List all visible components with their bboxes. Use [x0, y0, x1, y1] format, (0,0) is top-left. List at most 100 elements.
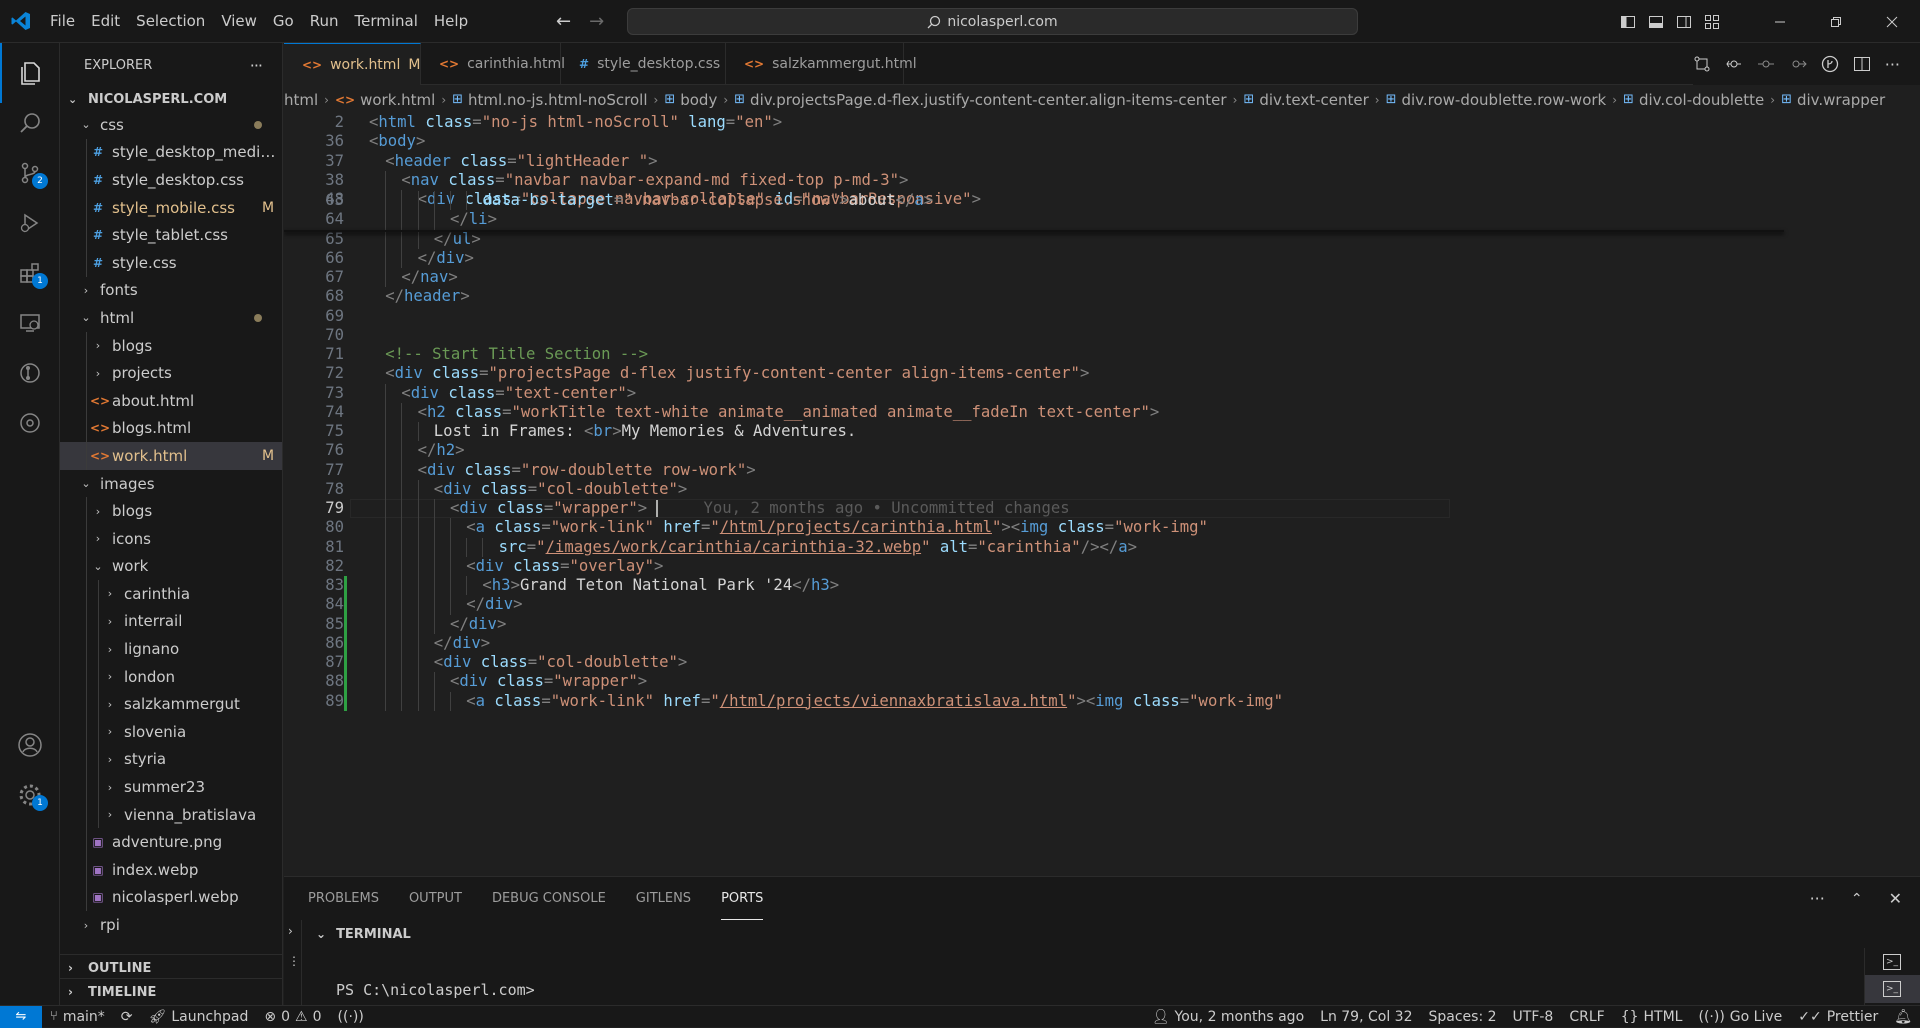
menu-run[interactable]: Run	[302, 0, 347, 43]
menu-help[interactable]: Help	[426, 0, 476, 43]
timeline-section[interactable]: › TIMELINE	[60, 978, 282, 1005]
code-line[interactable]: <div class="text-center">	[401, 384, 636, 402]
tab-work-html[interactable]: <> work.html M	[284, 43, 421, 85]
code-line[interactable]: <header class="lightHeader ">	[385, 152, 657, 170]
file-item[interactable]: ▣ nicolasperl.webp	[60, 883, 282, 912]
code-line[interactable]: <div class="wrapper">	[450, 672, 647, 690]
code-line[interactable]: data-bs-target=".navbar-collapse.show">a…	[482, 191, 933, 209]
code-line[interactable]: <div class="overlay">	[466, 557, 663, 575]
code-line[interactable]: <div class="projectsPage d-flex justify-…	[385, 364, 1089, 382]
file-item[interactable]: <> work.html M	[60, 442, 282, 470]
project-folder-header[interactable]: ⌄ NICOLASPERL.COM	[60, 87, 282, 111]
sync-status[interactable]: ⟳	[113, 1009, 141, 1025]
menu-file[interactable]: File	[42, 0, 83, 43]
terminal-header[interactable]: ⌄ TERMINAL	[284, 920, 411, 948]
code-line[interactable]: src="/images/work/carinthia/carinthia-32…	[499, 538, 1137, 556]
toggle-secondary-sidebar-icon[interactable]	[1676, 14, 1692, 30]
tab-style_desktop-css[interactable]: # style_desktop.css	[561, 43, 726, 85]
folder-item[interactable]: ⌄ css	[60, 111, 282, 139]
folder-item[interactable]: › styria	[60, 745, 282, 774]
breadcrumb-item[interactable]: ⊞ div.row-doublette.row-work	[1386, 91, 1607, 109]
menu-terminal[interactable]: Terminal	[347, 0, 426, 43]
file-item[interactable]: <> about.html	[60, 386, 282, 415]
code-line[interactable]: </ul>	[434, 230, 481, 248]
branch-status[interactable]: ⑂ main*	[42, 1009, 113, 1025]
breadcrumb-item[interactable]: ⊞ div.text-center	[1243, 91, 1368, 109]
breadcrumb-item[interactable]: ⊞ div.wrapper	[1781, 91, 1885, 109]
panel-more-icon[interactable]: ···	[1810, 889, 1825, 908]
close-panel-icon[interactable]: ✕	[1889, 889, 1902, 908]
toggle-sidebar-icon[interactable]	[1620, 14, 1636, 30]
folder-item[interactable]: › carinthia	[60, 580, 282, 608]
code-line[interactable]: </div>	[450, 615, 506, 633]
folder-item[interactable]: › salzkammergut	[60, 690, 282, 719]
code-line[interactable]: <div class="row-doublette row-work">	[418, 461, 756, 479]
menu-go[interactable]: Go	[265, 0, 302, 43]
folder-item[interactable]: › vienna_bratislava	[60, 800, 282, 829]
file-item[interactable]: # style_mobile.css M	[60, 193, 282, 222]
code-editor[interactable]: 2 <html class="no-js html-noScroll" lang=…	[284, 113, 1844, 875]
code-line[interactable]: <a class="work-link" href="/html/project…	[466, 518, 1208, 536]
tab-salzkammergut-html[interactable]: <> salzkammergut.html	[726, 43, 917, 85]
folder-item[interactable]: › projects	[60, 359, 282, 387]
breadcrumb-item[interactable]: html	[284, 91, 318, 109]
code-line[interactable]: </h2>	[418, 441, 465, 459]
tab-carinthia-html[interactable]: <> carinthia.html	[421, 43, 565, 85]
panel-tab-output[interactable]: OUTPUT	[409, 877, 462, 920]
code-line[interactable]: Lost in Frames: <br>My Memories & Advent…	[434, 422, 857, 440]
code-line[interactable]: </nav>	[401, 268, 457, 286]
file-item[interactable]: # style_desktop.css	[60, 166, 282, 194]
more-actions-icon[interactable]: ···	[1885, 55, 1900, 74]
file-item[interactable]: ▣ adventure.png	[60, 828, 282, 857]
folder-item[interactable]: › london	[60, 662, 282, 691]
ellipsis-icon[interactable]: ⋮	[288, 954, 300, 968]
forward-arrow-icon[interactable]: →	[589, 11, 604, 32]
folder-item[interactable]: › icons	[60, 524, 282, 553]
code-line[interactable]: <!-- Start Title Section -->	[385, 345, 648, 363]
manage-activity-button[interactable]: 1	[0, 765, 60, 825]
folder-item[interactable]: › slovenia	[60, 718, 282, 746]
split-editor-icon[interactable]	[1853, 55, 1871, 73]
terminal-prompt[interactable]: PS C:\nicolasperl.com>	[336, 981, 535, 999]
folder-item[interactable]: › interrail	[60, 607, 282, 636]
code-line[interactable]: <nav class="navbar navbar-expand-md fixe…	[401, 171, 908, 189]
minimize-button[interactable]	[1752, 0, 1808, 43]
folder-item[interactable]: › rpi	[60, 911, 282, 939]
code-line[interactable]: </div>	[466, 595, 522, 613]
panel-tab-debug-console[interactable]: DEBUG CONSOLE	[492, 877, 606, 920]
customize-layout-icon[interactable]	[1704, 14, 1720, 30]
gitlens-inspect-activity-button[interactable]	[0, 393, 60, 453]
folder-item[interactable]: › blogs	[60, 497, 282, 525]
terminal-instance-icon[interactable]: >_	[1883, 954, 1901, 970]
outline-section[interactable]: › OUTLINE	[60, 954, 282, 981]
language-status[interactable]: {} HTML	[1613, 1009, 1691, 1025]
remote-indicator[interactable]: ⇋	[0, 1005, 42, 1028]
code-line[interactable]: <a class="work-link" href="/html/project…	[466, 692, 1283, 710]
panel-tab-gitlens[interactable]: GITLENS	[636, 877, 691, 920]
folder-item[interactable]: ⌄ images	[60, 470, 282, 498]
breadcrumb-item[interactable]: ⊞ html.no-js.html-noScroll	[452, 91, 647, 109]
ports-status[interactable]: ((·))	[330, 1009, 372, 1025]
code-line[interactable]: <div class="col-doublette">	[434, 653, 688, 671]
more-actions-icon[interactable]: ···	[250, 56, 263, 75]
menu-selection[interactable]: Selection	[128, 0, 213, 43]
prettier-status[interactable]: ✓✓ Prettier	[1790, 1009, 1886, 1025]
current-code-line[interactable]: <div class="wrapper"> You, 2 months ago …	[450, 499, 1070, 517]
restore-button[interactable]	[1808, 0, 1864, 43]
breadcrumb-item[interactable]: ⊞ body	[664, 91, 717, 109]
launchpad-status[interactable]: 🚀︎ Launchpad	[141, 1009, 257, 1025]
menu-view[interactable]: View	[213, 0, 265, 43]
folder-item[interactable]: › fonts	[60, 277, 282, 305]
code-line[interactable]: <h2 class="workTitle text-white animate_…	[418, 403, 1160, 421]
open-changes-icon[interactable]	[1725, 55, 1743, 73]
previous-change-icon[interactable]	[1757, 55, 1775, 73]
file-item[interactable]: # style_desktop_mediu...	[60, 138, 282, 167]
next-change-icon[interactable]	[1789, 55, 1807, 73]
code-line[interactable]: <body>	[369, 132, 425, 150]
terminal-instance-icon[interactable]: >_	[1865, 975, 1920, 1003]
folder-item[interactable]: › blogs	[60, 331, 282, 360]
panel-tab-ports[interactable]: PORTS	[721, 877, 764, 920]
menu-edit[interactable]: Edit	[83, 0, 128, 43]
toggle-panel-icon[interactable]	[1648, 14, 1664, 30]
problems-status[interactable]: ⊗ 0 ⚠ 0	[256, 1009, 329, 1025]
